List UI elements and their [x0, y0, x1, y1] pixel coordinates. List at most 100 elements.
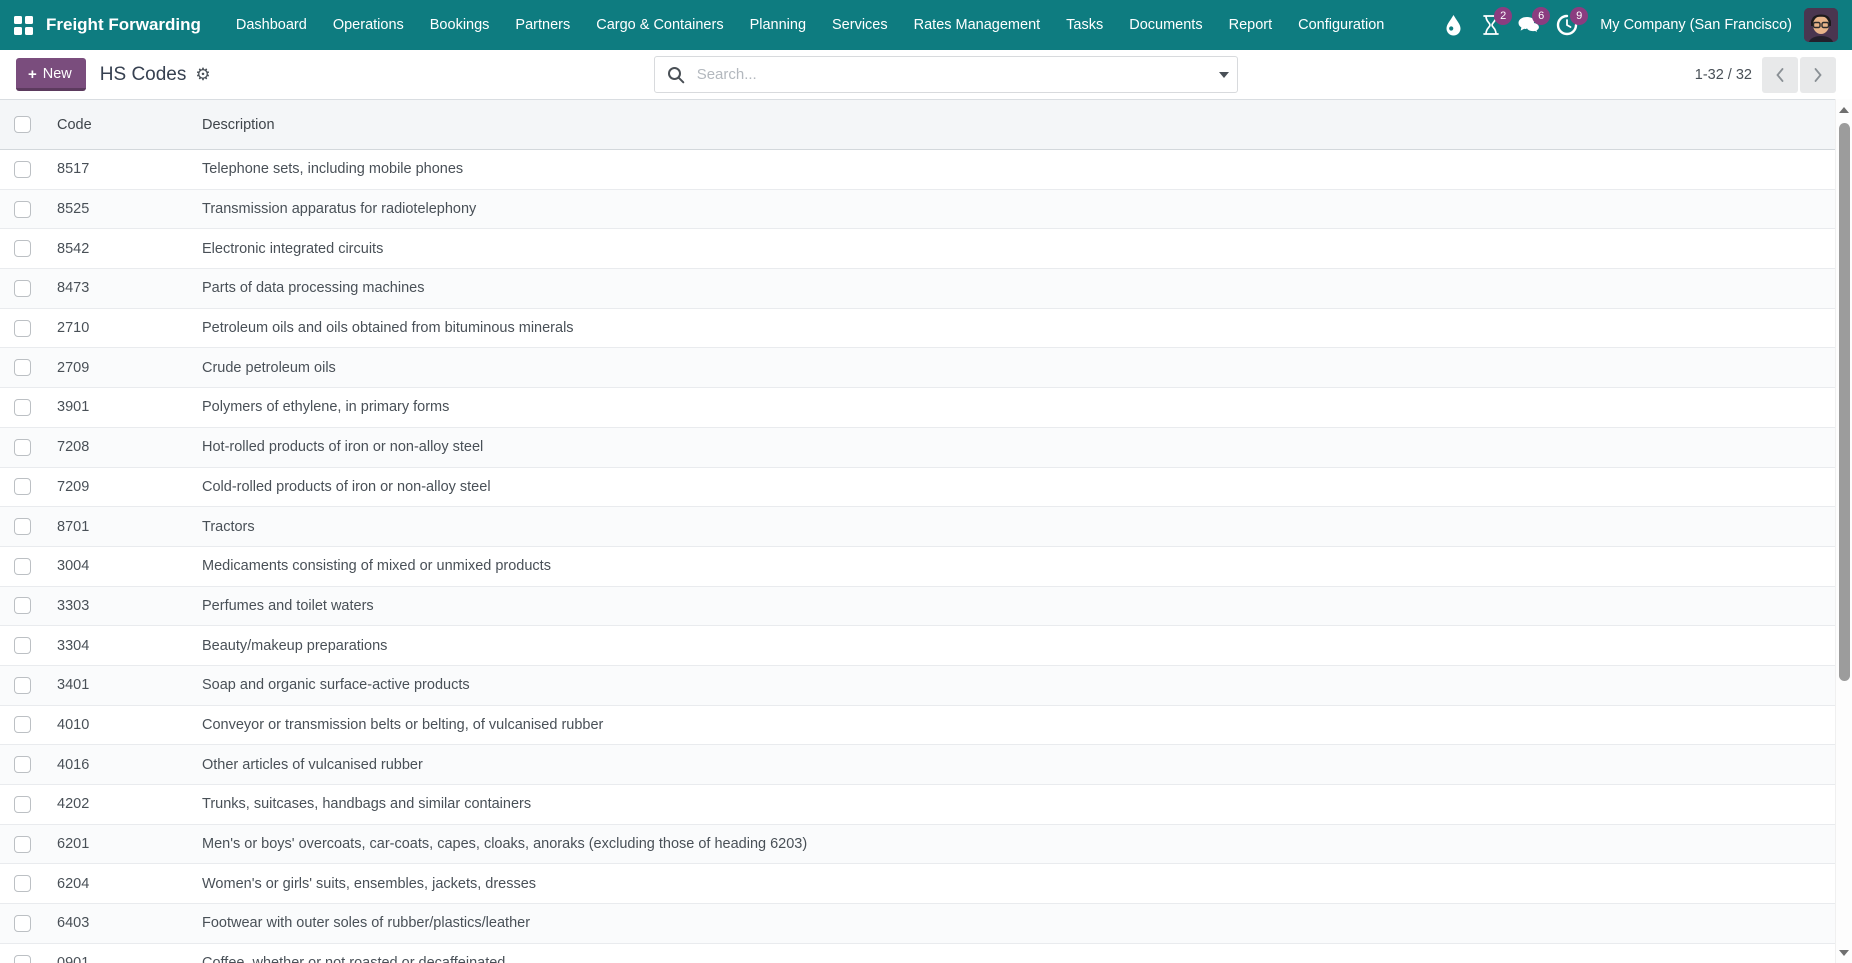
cell-description[interactable]: Transmission apparatus for radiotelephon…: [191, 189, 1835, 229]
nav-menu-item[interactable]: Services: [819, 0, 901, 50]
table-row[interactable]: 3004 Medicaments consisting of mixed or …: [0, 546, 1835, 586]
cell-code[interactable]: 7208: [46, 427, 191, 467]
nav-menu-item[interactable]: Planning: [737, 0, 819, 50]
cell-code[interactable]: 8701: [46, 507, 191, 547]
table-row[interactable]: 2710 Petroleum oils and oils obtained fr…: [0, 308, 1835, 348]
column-header-code[interactable]: Code: [46, 100, 191, 150]
table-row[interactable]: 8701 Tractors: [0, 507, 1835, 547]
cell-code[interactable]: 6201: [46, 824, 191, 864]
row-checkbox[interactable]: [14, 677, 31, 694]
table-row[interactable]: 0901 Coffee, whether or not roasted or d…: [0, 943, 1835, 963]
cell-description[interactable]: Beauty/makeup preparations: [191, 626, 1835, 666]
nav-menu-item[interactable]: Cargo & Containers: [583, 0, 736, 50]
cell-code[interactable]: 6204: [46, 864, 191, 904]
row-checkbox[interactable]: [14, 756, 31, 773]
table-row[interactable]: 6201 Men's or boys' overcoats, car-coats…: [0, 824, 1835, 864]
nav-menu-item[interactable]: Configuration: [1285, 0, 1397, 50]
table-row[interactable]: 4016 Other articles of vulcanised rubber: [0, 745, 1835, 785]
row-checkbox[interactable]: [14, 836, 31, 853]
cell-description[interactable]: Soap and organic surface-active products: [191, 665, 1835, 705]
nav-menu-item[interactable]: Operations: [320, 0, 417, 50]
row-checkbox[interactable]: [14, 240, 31, 257]
table-row[interactable]: 2709 Crude petroleum oils: [0, 348, 1835, 388]
cell-code[interactable]: 0901: [46, 943, 191, 963]
company-switcher[interactable]: My Company (San Francisco): [1600, 17, 1792, 33]
pager-next-button[interactable]: [1800, 57, 1836, 93]
scrollbar-thumb[interactable]: [1839, 123, 1850, 681]
row-checkbox[interactable]: [14, 439, 31, 456]
row-checkbox[interactable]: [14, 875, 31, 892]
cell-description[interactable]: Perfumes and toilet waters: [191, 586, 1835, 626]
cell-code[interactable]: 3004: [46, 546, 191, 586]
search-dropdown-caret-icon[interactable]: [1219, 72, 1229, 78]
pager-previous-button[interactable]: [1762, 57, 1798, 93]
cell-code[interactable]: 8542: [46, 229, 191, 269]
table-row[interactable]: 8517 Telephone sets, including mobile ph…: [0, 150, 1835, 190]
messages-icon[interactable]: 6: [1510, 0, 1548, 50]
cell-description[interactable]: Polymers of ethylene, in primary forms: [191, 388, 1835, 428]
cell-description[interactable]: Conveyor or transmission belts or beltin…: [191, 705, 1835, 745]
droplet-icon[interactable]: [1434, 0, 1472, 50]
row-checkbox[interactable]: [14, 716, 31, 733]
gear-icon[interactable]: ⚙: [195, 66, 210, 83]
column-header-description[interactable]: Description: [191, 100, 1835, 150]
cell-description[interactable]: Men's or boys' overcoats, car-coats, cap…: [191, 824, 1835, 864]
user-avatar[interactable]: [1804, 8, 1838, 42]
row-checkbox[interactable]: [14, 201, 31, 218]
row-checkbox[interactable]: [14, 359, 31, 376]
cell-code[interactable]: 3304: [46, 626, 191, 666]
nav-menu-item[interactable]: Dashboard: [223, 0, 320, 50]
cell-description[interactable]: Tractors: [191, 507, 1835, 547]
cell-code[interactable]: 7209: [46, 467, 191, 507]
nav-menu-item[interactable]: Documents: [1116, 0, 1215, 50]
cell-code[interactable]: 4010: [46, 705, 191, 745]
search-input[interactable]: [695, 65, 1211, 84]
table-row[interactable]: 4010 Conveyor or transmission belts or b…: [0, 705, 1835, 745]
cell-code[interactable]: 4016: [46, 745, 191, 785]
cell-description[interactable]: Telephone sets, including mobile phones: [191, 150, 1835, 190]
table-row[interactable]: 3401 Soap and organic surface-active pro…: [0, 665, 1835, 705]
nav-menu-item[interactable]: Rates Management: [901, 0, 1054, 50]
table-row[interactable]: 8525 Transmission apparatus for radiotel…: [0, 189, 1835, 229]
cell-description[interactable]: Hot-rolled products of iron or non-alloy…: [191, 427, 1835, 467]
table-row[interactable]: 8473 Parts of data processing machines: [0, 269, 1835, 309]
cell-description[interactable]: Cold-rolled products of iron or non-allo…: [191, 467, 1835, 507]
table-row[interactable]: 7208 Hot-rolled products of iron or non-…: [0, 427, 1835, 467]
row-checkbox[interactable]: [14, 915, 31, 932]
row-checkbox[interactable]: [14, 518, 31, 535]
nav-menu-item[interactable]: Report: [1216, 0, 1286, 50]
cell-description[interactable]: Petroleum oils and oils obtained from bi…: [191, 308, 1835, 348]
cell-description[interactable]: Coffee, whether or not roasted or decaff…: [191, 943, 1835, 963]
row-checkbox[interactable]: [14, 399, 31, 416]
nav-menu-item[interactable]: Tasks: [1053, 0, 1116, 50]
table-row[interactable]: 6204 Women's or girls' suits, ensembles,…: [0, 864, 1835, 904]
cell-code[interactable]: 3901: [46, 388, 191, 428]
cell-code[interactable]: 8517: [46, 150, 191, 190]
cell-description[interactable]: Parts of data processing machines: [191, 269, 1835, 309]
nav-menu-item[interactable]: Bookings: [417, 0, 503, 50]
cell-description[interactable]: Crude petroleum oils: [191, 348, 1835, 388]
nav-menu-item[interactable]: Partners: [502, 0, 583, 50]
select-all-checkbox[interactable]: [14, 116, 31, 133]
table-row[interactable]: 6403 Footwear with outer soles of rubber…: [0, 904, 1835, 944]
cell-description[interactable]: Women's or girls' suits, ensembles, jack…: [191, 864, 1835, 904]
cell-description[interactable]: Medicaments consisting of mixed or unmix…: [191, 546, 1835, 586]
apps-menu-button[interactable]: [0, 0, 46, 50]
cell-code[interactable]: 2710: [46, 308, 191, 348]
table-row[interactable]: 3901 Polymers of ethylene, in primary fo…: [0, 388, 1835, 428]
cell-description[interactable]: Trunks, suitcases, handbags and similar …: [191, 785, 1835, 825]
vertical-scrollbar[interactable]: [1835, 99, 1852, 963]
table-row[interactable]: 3303 Perfumes and toilet waters: [0, 586, 1835, 626]
scrollbar-down-arrow[interactable]: [1836, 944, 1852, 961]
table-row[interactable]: 8542 Electronic integrated circuits: [0, 229, 1835, 269]
row-checkbox[interactable]: [14, 320, 31, 337]
cell-code[interactable]: 2709: [46, 348, 191, 388]
cell-description[interactable]: Footwear with outer soles of rubber/plas…: [191, 904, 1835, 944]
table-row[interactable]: 7209 Cold-rolled products of iron or non…: [0, 467, 1835, 507]
new-button[interactable]: + New: [16, 58, 86, 91]
table-row[interactable]: 4202 Trunks, suitcases, handbags and sim…: [0, 785, 1835, 825]
row-checkbox[interactable]: [14, 637, 31, 654]
activities-clock-icon[interactable]: 9: [1548, 0, 1586, 50]
app-title[interactable]: Freight Forwarding: [46, 15, 201, 35]
row-checkbox[interactable]: [14, 161, 31, 178]
